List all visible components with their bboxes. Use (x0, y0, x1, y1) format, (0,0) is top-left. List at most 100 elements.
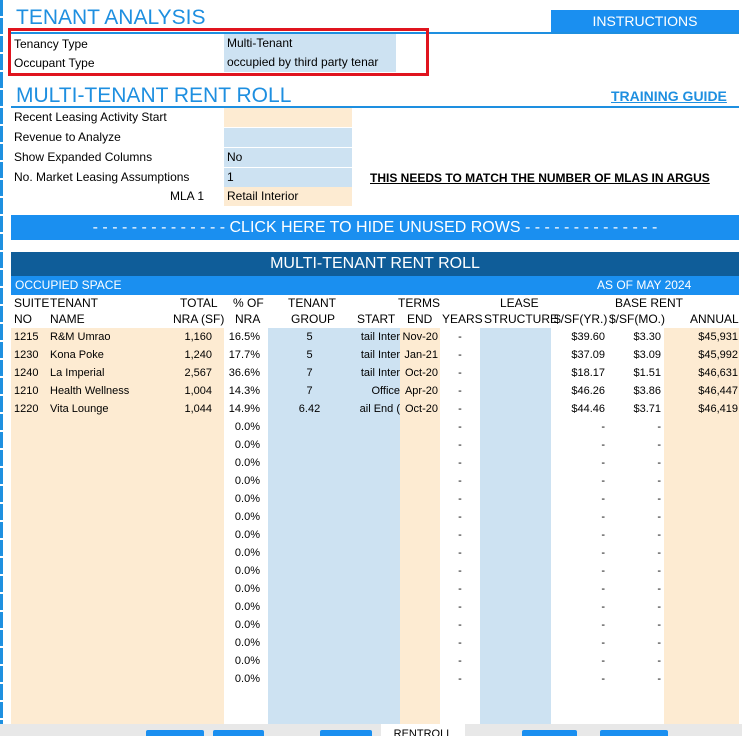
cell-end[interactable] (400, 436, 438, 454)
cell-pct[interactable]: 0.0% (224, 670, 260, 688)
cell-group[interactable] (268, 508, 351, 526)
cell-suite[interactable]: 1210 (14, 382, 48, 400)
cell-lease[interactable] (480, 382, 551, 400)
cell-years[interactable]: - (440, 508, 480, 526)
cell-name[interactable] (50, 652, 170, 670)
cell-lease[interactable] (480, 634, 551, 652)
cell-pct[interactable]: 0.0% (224, 652, 260, 670)
cell-sfmo[interactable]: - (608, 472, 661, 490)
sheet-tab-3[interactable] (320, 730, 372, 736)
cell-sfmo[interactable]: $1.51 (608, 364, 661, 382)
mla-count-field[interactable]: 1 (224, 168, 352, 187)
cell-start[interactable] (351, 472, 400, 490)
cell-years[interactable]: - (440, 616, 480, 634)
cell-name[interactable] (50, 616, 170, 634)
cell-start[interactable] (351, 580, 400, 598)
cell-years[interactable]: - (440, 598, 480, 616)
cell-end[interactable] (400, 526, 438, 544)
cell-name[interactable] (50, 562, 170, 580)
cell-name[interactable] (50, 418, 170, 436)
cell-end[interactable] (400, 670, 438, 688)
cell-annual[interactable] (664, 454, 738, 472)
cell-sfmo[interactable]: - (608, 616, 661, 634)
cell-sfmo[interactable]: - (608, 634, 661, 652)
sheet-tab-5[interactable] (600, 730, 668, 736)
cell-sfmo[interactable]: $3.86 (608, 382, 661, 400)
cell-suite[interactable] (14, 580, 48, 598)
cell-end[interactable] (400, 562, 438, 580)
cell-annual[interactable] (664, 616, 738, 634)
cell-sfyr[interactable]: - (551, 418, 605, 436)
training-guide-link[interactable]: TRAINING GUIDE (611, 88, 727, 104)
cell-years[interactable]: - (440, 364, 480, 382)
cell-sfyr[interactable]: $37.09 (551, 346, 605, 364)
cell-sfyr[interactable]: - (551, 544, 605, 562)
cell-sfyr[interactable]: - (551, 562, 605, 580)
cell-nra[interactable] (160, 616, 212, 634)
cell-sfmo[interactable]: $3.30 (608, 328, 661, 346)
cell-pct[interactable]: 0.0% (224, 508, 260, 526)
cell-start[interactable]: tail Inter (351, 328, 400, 346)
cell-name[interactable] (50, 454, 170, 472)
cell-end[interactable] (400, 580, 438, 598)
cell-annual[interactable]: $46,631 (664, 364, 738, 382)
cell-suite[interactable] (14, 490, 48, 508)
cell-suite[interactable]: 1230 (14, 346, 48, 364)
cell-annual[interactable] (664, 652, 738, 670)
expanded-columns-field[interactable]: No (224, 148, 352, 167)
sheet-tab-2[interactable] (213, 730, 264, 736)
cell-lease[interactable] (480, 400, 551, 418)
cell-annual[interactable] (664, 670, 738, 688)
cell-years[interactable]: - (440, 526, 480, 544)
cell-suite[interactable] (14, 598, 48, 616)
cell-group[interactable]: 7 (268, 382, 351, 400)
cell-annual[interactable] (664, 580, 738, 598)
cell-sfyr[interactable]: - (551, 598, 605, 616)
cell-group[interactable] (268, 652, 351, 670)
cell-sfyr[interactable]: - (551, 436, 605, 454)
cell-nra[interactable]: 2,567 (160, 364, 212, 382)
cell-nra[interactable] (160, 562, 212, 580)
cell-nra[interactable] (160, 418, 212, 436)
cell-name[interactable] (50, 634, 170, 652)
cell-pct[interactable]: 0.0% (224, 490, 260, 508)
cell-nra[interactable] (160, 544, 212, 562)
cell-group[interactable] (268, 454, 351, 472)
cell-sfmo[interactable]: - (608, 580, 661, 598)
cell-end[interactable] (400, 616, 438, 634)
cell-sfyr[interactable]: $44.46 (551, 400, 605, 418)
cell-pct[interactable]: 0.0% (224, 418, 260, 436)
cell-sfyr[interactable]: - (551, 580, 605, 598)
cell-start[interactable] (351, 634, 400, 652)
cell-years[interactable]: - (440, 652, 480, 670)
cell-name[interactable] (50, 436, 170, 454)
cell-years[interactable]: - (440, 490, 480, 508)
cell-start[interactable] (351, 670, 400, 688)
cell-lease[interactable] (480, 436, 551, 454)
cell-annual[interactable]: $46,447 (664, 382, 738, 400)
cell-sfmo[interactable]: - (608, 562, 661, 580)
cell-end[interactable]: Nov-20 (400, 328, 438, 346)
cell-start[interactable] (351, 454, 400, 472)
cell-sfyr[interactable]: - (551, 616, 605, 634)
cell-pct[interactable]: 0.0% (224, 544, 260, 562)
cell-suite[interactable] (14, 562, 48, 580)
cell-lease[interactable] (480, 508, 551, 526)
cell-start[interactable]: tail Inter (351, 364, 400, 382)
cell-annual[interactable] (664, 562, 738, 580)
cell-years[interactable]: - (440, 670, 480, 688)
cell-pct[interactable]: 17.7% (224, 346, 260, 364)
cell-name[interactable] (50, 544, 170, 562)
cell-years[interactable]: - (440, 418, 480, 436)
sheet-tab-rentroll[interactable]: RENTROLL (381, 724, 465, 736)
cell-nra[interactable] (160, 580, 212, 598)
cell-sfyr[interactable]: - (551, 670, 605, 688)
cell-suite[interactable] (14, 670, 48, 688)
cell-lease[interactable] (480, 526, 551, 544)
cell-pct[interactable]: 0.0% (224, 598, 260, 616)
cell-years[interactable]: - (440, 454, 480, 472)
cell-sfyr[interactable]: - (551, 652, 605, 670)
cell-lease[interactable] (480, 490, 551, 508)
cell-years[interactable]: - (440, 328, 480, 346)
cell-years[interactable]: - (440, 634, 480, 652)
